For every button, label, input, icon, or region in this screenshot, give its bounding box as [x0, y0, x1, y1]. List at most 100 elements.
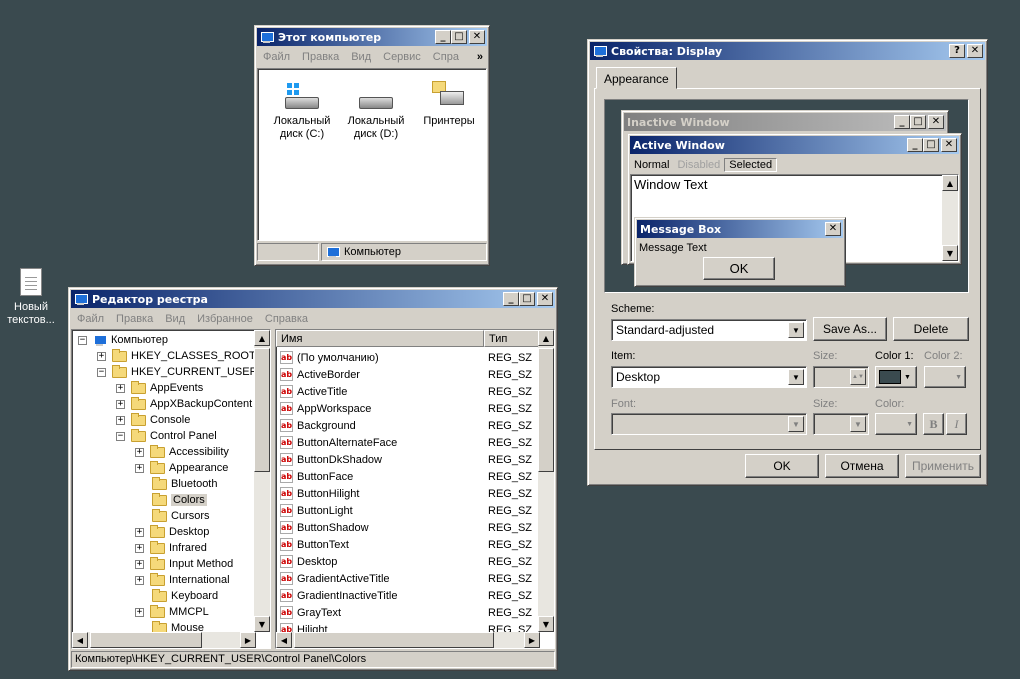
tree-node[interactable]: + MMCPL — [135, 604, 209, 620]
menu-file[interactable]: Файл — [257, 51, 296, 63]
expand-icon[interactable]: + — [135, 575, 144, 585]
tab-appearance[interactable]: Appearance — [596, 67, 677, 89]
value-row[interactable]: ab AppWorkspace REG_SZ — [276, 400, 540, 417]
expand-icon[interactable]: + — [135, 607, 144, 617]
registry-tree-pane[interactable]: − Компьютер + HKEY_CLASSES_ROOT − HKEY_CURREN… — [71, 329, 271, 649]
tree-node[interactable]: + Console — [116, 412, 190, 428]
value-row[interactable]: ab ButtonText REG_SZ — [276, 536, 540, 553]
value-row[interactable]: ab Background REG_SZ — [276, 417, 540, 434]
menu-view[interactable]: Вид — [159, 313, 191, 325]
minimize-button[interactable]: _ — [435, 30, 451, 44]
expand-icon[interactable]: + — [135, 559, 144, 569]
expand-icon[interactable]: + — [135, 447, 144, 457]
tree-node[interactable]: Keyboard — [135, 588, 218, 604]
registry-values-pane[interactable]: Имя Тип ab (По умолчанию) REG_SZ ab ActiveBo… — [275, 329, 555, 649]
color1-picker[interactable]: ▼ — [875, 366, 917, 388]
collapse-icon[interactable]: − — [97, 367, 106, 377]
tree-node[interactable]: + HKEY_CLASSES_ROOT — [97, 348, 256, 364]
drive-c[interactable]: Локальный диск (C:) — [266, 81, 338, 141]
tree-node[interactable]: + Desktop — [135, 524, 209, 540]
expand-icon[interactable]: + — [135, 463, 144, 473]
menu-edit[interactable]: Правка — [296, 51, 345, 63]
tree-node[interactable]: + Input Method — [135, 556, 233, 572]
expand-icon[interactable]: + — [116, 415, 125, 425]
printers[interactable]: Принтеры — [414, 81, 484, 128]
tree-node[interactable]: + AppEvents — [116, 380, 203, 396]
display-title-bar[interactable]: Свойства: Display ? ✕ — [590, 42, 985, 60]
close-button[interactable]: ✕ — [469, 30, 485, 44]
computer-title-bar[interactable]: Этот компьютер _ □ ✕ — [257, 28, 487, 46]
maximize-button[interactable]: □ — [451, 30, 467, 44]
expand-icon[interactable]: + — [135, 527, 144, 537]
desktop-icon-text-file[interactable]: Новый текстов... — [0, 268, 62, 327]
value-row[interactable]: ab ButtonDkShadow REG_SZ — [276, 451, 540, 468]
menu-file[interactable]: Файл — [71, 313, 110, 325]
delete-button[interactable]: Delete — [893, 317, 969, 341]
chevron-down-icon[interactable]: ▼ — [788, 369, 804, 385]
tree-node[interactable]: Cursors — [135, 508, 210, 524]
tree-node[interactable]: Colors — [135, 492, 207, 508]
tree-node[interactable]: + Appearance — [135, 460, 228, 476]
tree-node[interactable]: + International — [135, 572, 230, 588]
tree-node[interactable]: + Accessibility — [135, 444, 229, 460]
value-row[interactable]: ab ButtonFace REG_SZ — [276, 468, 540, 485]
chevron-down-icon[interactable]: ▼ — [788, 322, 804, 338]
scroll-up-arrow[interactable]: ▲ — [254, 330, 270, 346]
scroll-thumb[interactable] — [294, 632, 494, 648]
value-row[interactable]: ab GrayText REG_SZ — [276, 604, 540, 621]
value-row[interactable]: ab Desktop REG_SZ — [276, 553, 540, 570]
scroll-right-arrow[interactable]: ▶ — [240, 632, 256, 648]
collapse-icon[interactable]: − — [78, 335, 87, 345]
cancel-button[interactable]: Отмена — [825, 454, 899, 478]
ok-button[interactable]: OK — [745, 454, 819, 478]
column-type-header[interactable]: Тип — [484, 330, 540, 347]
scroll-right-arrow[interactable]: ▶ — [524, 632, 540, 648]
scroll-thumb[interactable] — [90, 632, 202, 648]
value-row[interactable]: ab GradientInactiveTitle REG_SZ — [276, 587, 540, 604]
scheme-select[interactable]: Standard-adjusted ▼ — [611, 319, 807, 341]
scroll-thumb[interactable] — [254, 348, 270, 472]
tree-node[interactable]: + AppXBackupContent — [116, 396, 252, 412]
maximize-button[interactable]: □ — [519, 292, 535, 306]
preview-message-box[interactable]: Message Box ✕ Message Text OK — [634, 217, 846, 287]
menu-edit[interactable]: Правка — [110, 313, 159, 325]
tree-horizontal-scrollbar[interactable]: ◀ ▶ — [72, 632, 256, 648]
tree-node[interactable]: − Компьютер — [78, 332, 168, 348]
expand-icon[interactable]: + — [116, 399, 125, 409]
value-row[interactable]: ab ButtonLight REG_SZ — [276, 502, 540, 519]
values-vertical-scrollbar[interactable]: ▲ ▼ — [538, 330, 554, 632]
menu-help[interactable]: Справка — [259, 313, 314, 325]
scroll-thumb[interactable] — [538, 348, 554, 472]
menu-more-chevron[interactable]: » — [471, 51, 489, 63]
scroll-down-arrow[interactable]: ▼ — [538, 616, 554, 632]
value-row[interactable]: ab GradientActiveTitle REG_SZ — [276, 570, 540, 587]
scroll-up-arrow[interactable]: ▲ — [538, 330, 554, 346]
appearance-preview[interactable]: Inactive Window _ □ ✕ Active Window _ □ … — [604, 99, 969, 293]
menu-tools[interactable]: Сервис — [377, 51, 427, 63]
tree-node[interactable]: − HKEY_CURRENT_USER — [97, 364, 258, 380]
scroll-left-arrow[interactable]: ◀ — [72, 632, 88, 648]
value-row[interactable]: ab ButtonAlternateFace REG_SZ — [276, 434, 540, 451]
value-row[interactable]: ab (По умолчанию) REG_SZ — [276, 349, 540, 366]
menu-view[interactable]: Вид — [345, 51, 377, 63]
help-button[interactable]: ? — [949, 44, 965, 58]
save-as-button[interactable]: Save As... — [813, 317, 887, 341]
minimize-button[interactable]: _ — [503, 292, 519, 306]
value-row[interactable]: ab ActiveTitle REG_SZ — [276, 383, 540, 400]
tree-vertical-scrollbar[interactable]: ▲ ▼ — [254, 330, 270, 632]
expand-icon[interactable]: + — [135, 543, 144, 553]
value-row[interactable]: ab ActiveBorder REG_SZ — [276, 366, 540, 383]
regedit-title-bar[interactable]: Редактор реестра _ □ ✕ — [71, 290, 555, 308]
scroll-down-arrow[interactable]: ▼ — [254, 616, 270, 632]
collapse-icon[interactable]: − — [116, 431, 125, 441]
value-row[interactable]: ab ButtonShadow REG_SZ — [276, 519, 540, 536]
column-name-header[interactable]: Имя — [276, 330, 484, 347]
tree-node[interactable]: Bluetooth — [135, 476, 217, 492]
scroll-left-arrow[interactable]: ◀ — [276, 632, 292, 648]
expand-icon[interactable]: + — [97, 351, 106, 361]
value-row[interactable]: ab ButtonHilight REG_SZ — [276, 485, 540, 502]
tree-node[interactable]: − Control Panel — [116, 428, 217, 444]
values-horizontal-scrollbar[interactable]: ◀ ▶ — [276, 632, 540, 648]
menu-favorites[interactable]: Избранное — [191, 313, 259, 325]
close-button[interactable]: ✕ — [537, 292, 553, 306]
